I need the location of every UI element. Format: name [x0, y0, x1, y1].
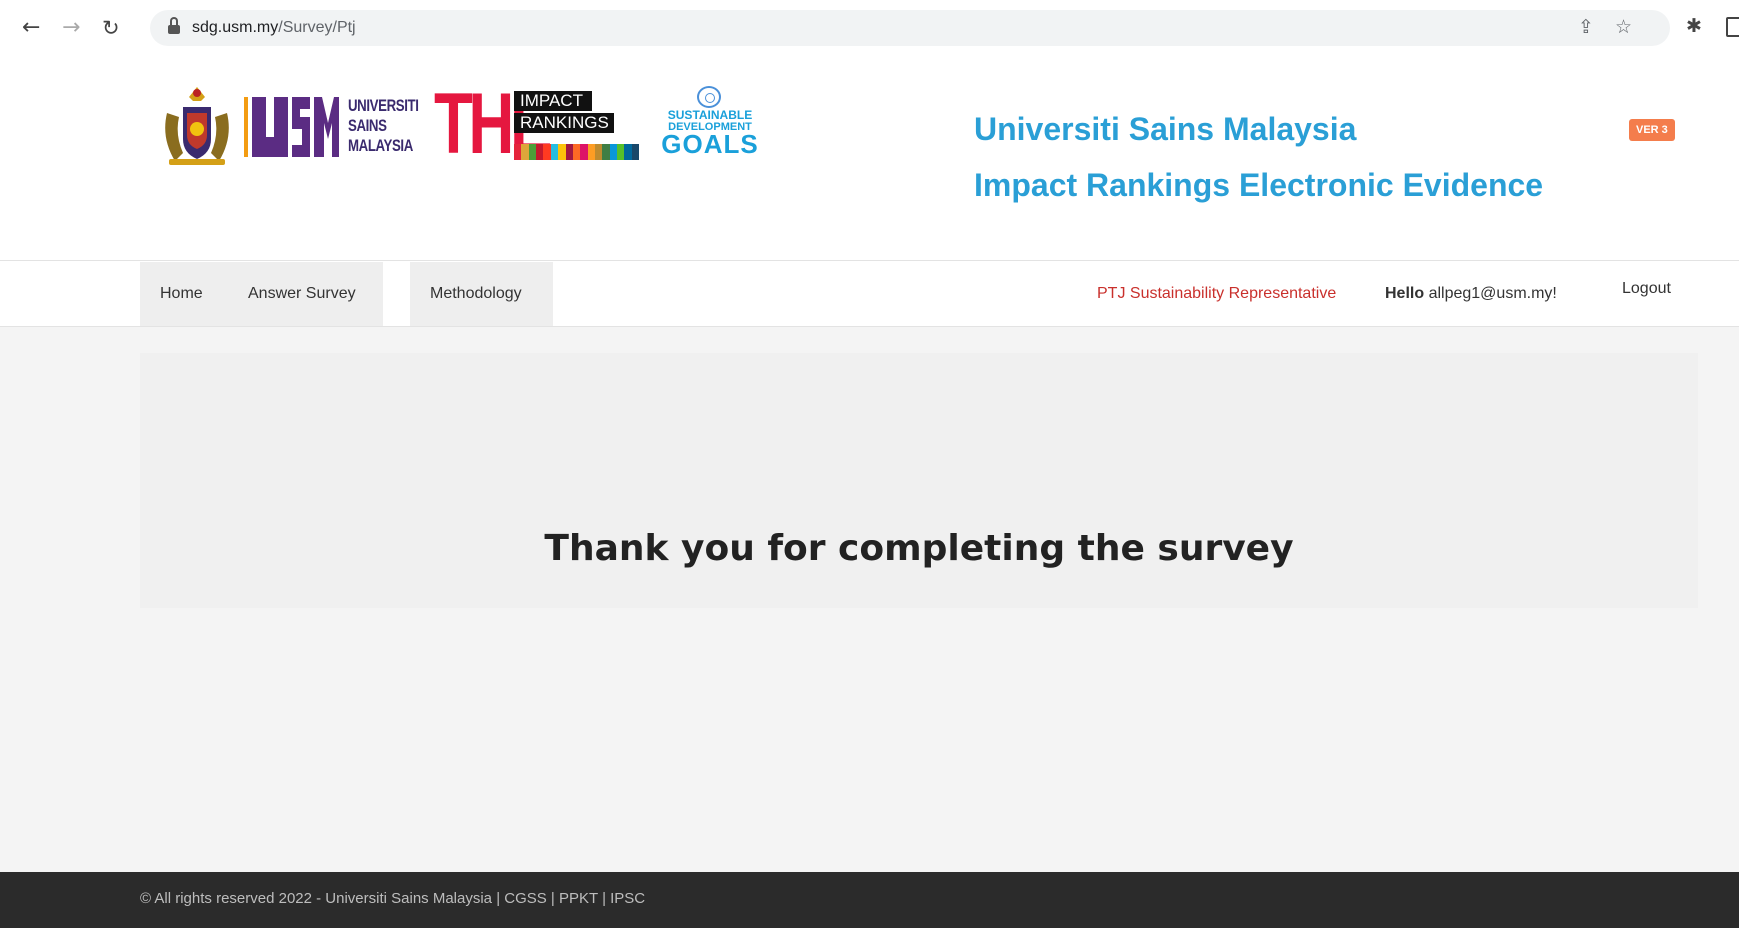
nav-methodology-link[interactable]: Methodology [430, 285, 522, 303]
site-footer: © All rights reserved 2022 - Universiti … [0, 872, 1739, 928]
nav-answer-survey-link[interactable]: Answer Survey [248, 285, 356, 303]
user-email: allpeg1@usm.my! [1428, 285, 1557, 302]
message-panel: Thank you for completing the survey [140, 353, 1698, 608]
footer-copyright: © All rights reserved 2022 - Universiti … [140, 890, 646, 907]
nav-home-link[interactable]: Home [160, 285, 203, 303]
address-bar[interactable]: sdg.usm.my/Survey/Ptj ⇪ ☆ [150, 10, 1670, 46]
browser-toolbar: ← → ↻ sdg.usm.my/Survey/Ptj ⇪ ☆ ✱ [0, 0, 1739, 56]
main-navbar: Home Answer Survey Methodology PTJ Susta… [0, 262, 1739, 327]
logout-link[interactable]: Logout [1622, 280, 1671, 298]
back-arrow-icon[interactable]: ← [22, 14, 40, 42]
main-content: Thank you for completing the survey [0, 327, 1739, 872]
site-title: Universiti Sains Malaysia [974, 111, 1357, 147]
user-role-link[interactable]: PTJ Sustainability Representative [1097, 285, 1336, 303]
usm-logo-text: UNIVERSITI SAINS MALAYSIA [348, 96, 419, 155]
bookmark-star-icon[interactable]: ☆ [1615, 16, 1632, 38]
url-text[interactable]: sdg.usm.my/Survey/Ptj [192, 19, 356, 37]
sdg-color-strip [514, 144, 640, 160]
share-icon[interactable]: ⇪ [1578, 16, 1594, 38]
forward-arrow-icon[interactable]: → [62, 14, 80, 42]
usm-crest-logo [165, 87, 229, 165]
site-subtitle: Impact Rankings Electronic Evidence [974, 167, 1544, 203]
lock-icon[interactable] [168, 17, 180, 34]
sdg-logo: SUSTAINABLE DEVELOPMENT GOALS [660, 86, 760, 166]
usm-monogram-icon [244, 97, 339, 157]
un-emblem-icon [697, 86, 721, 108]
version-badge: VER 3 [1629, 119, 1675, 141]
user-greeting: Hello allpeg1@usm.my! [1385, 285, 1557, 302]
reload-icon[interactable]: ↻ [102, 14, 120, 42]
site-header: UNIVERSITI SAINS MALAYSIA THE IMPACT RAN… [0, 56, 1739, 261]
window-icon[interactable] [1726, 17, 1739, 37]
thank-you-message: Thank you for completing the survey [544, 528, 1294, 569]
extensions-puzzle-icon[interactable]: ✱ [1686, 15, 1702, 37]
